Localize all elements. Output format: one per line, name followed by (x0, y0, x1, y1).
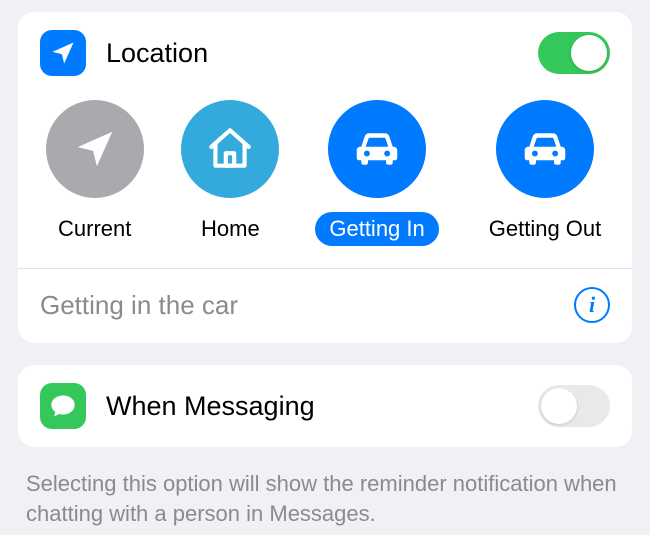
location-icon (40, 30, 86, 76)
messaging-toggle[interactable] (538, 385, 610, 427)
home-icon (181, 100, 279, 198)
location-status-row: Getting in the car i (18, 269, 632, 343)
location-title: Location (106, 38, 538, 69)
location-option-home[interactable]: Home (181, 100, 279, 246)
location-option-getting-out[interactable]: Getting Out (475, 100, 616, 246)
location-option-label: Getting In (315, 212, 438, 246)
navigate-icon (46, 100, 144, 198)
location-status-text: Getting in the car (40, 290, 574, 321)
location-options[interactable]: CurrentHomeGetting InGetting OutCu (18, 86, 632, 268)
messaging-header-row: When Messaging (18, 365, 632, 447)
location-header-row: Location (18, 12, 632, 86)
location-option-label: Home (187, 212, 274, 246)
messaging-title: When Messaging (106, 391, 538, 422)
location-option-getting-in[interactable]: Getting In (315, 100, 438, 246)
car-icon (496, 100, 594, 198)
location-option-label: Getting Out (475, 212, 616, 246)
messaging-caption: Selecting this option will show the remi… (18, 469, 632, 528)
info-icon[interactable]: i (574, 287, 610, 323)
location-option-label: Current (44, 212, 145, 246)
messages-icon (40, 383, 86, 429)
car-icon (328, 100, 426, 198)
location-toggle[interactable] (538, 32, 610, 74)
messaging-card: When Messaging (18, 365, 632, 447)
location-card: Location Current Home Getting In Getting Ou… (18, 12, 632, 343)
location-option-current[interactable]: Current (44, 100, 145, 246)
